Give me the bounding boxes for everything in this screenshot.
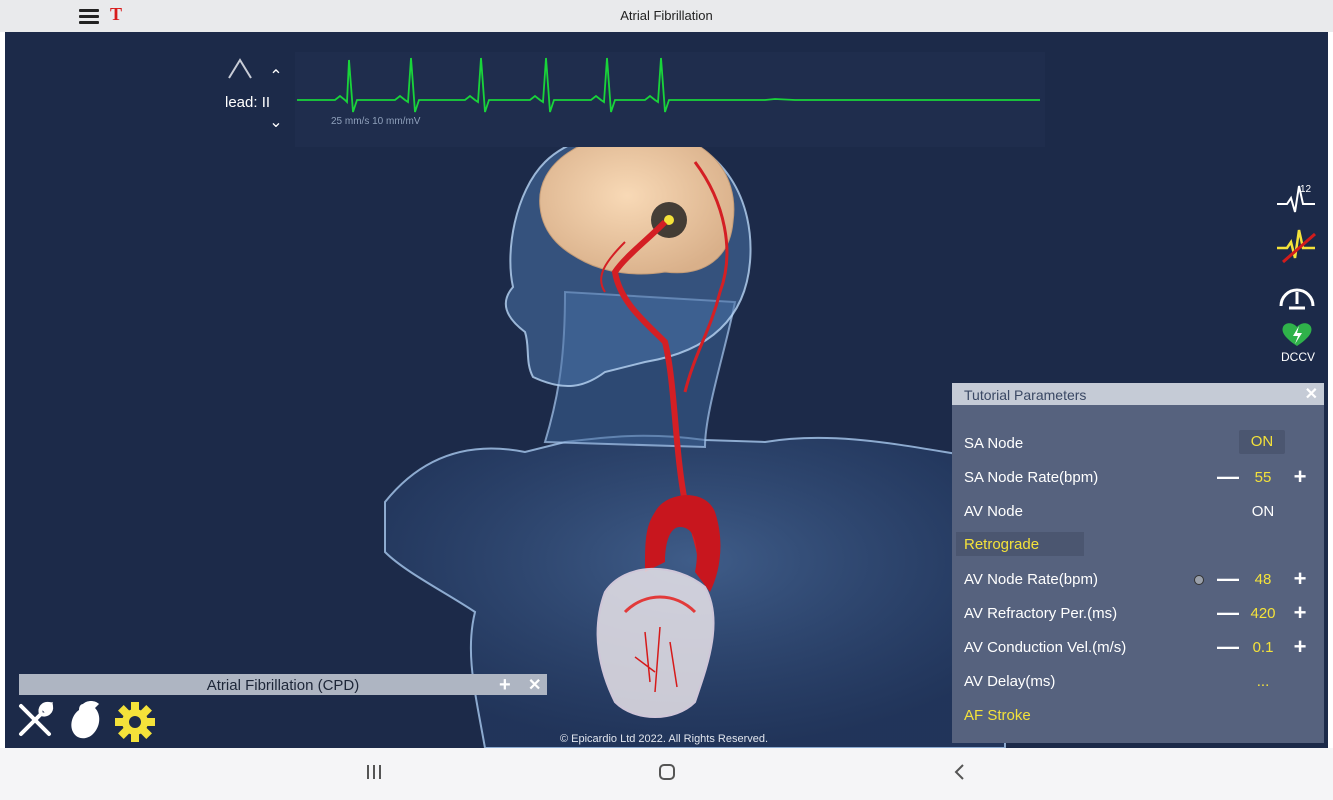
param-value: 420 — [1250, 605, 1276, 622]
home-icon[interactable] — [657, 762, 677, 782]
tools-icon[interactable] — [15, 700, 55, 740]
title-bar: T Atrial Fibrillation — [0, 0, 1333, 32]
increase-button[interactable]: + — [1289, 635, 1311, 659]
param-value: 0.1 — [1252, 639, 1274, 656]
system-navigation-bar — [0, 748, 1333, 800]
param-value[interactable]: ... — [1238, 673, 1288, 690]
param-row-av-delay: AV Delay(ms) ... — [952, 667, 1324, 697]
speedometer-icon[interactable] — [1275, 276, 1319, 316]
case-title-bar: Atrial Fibrillation (CPD) + ✕ — [19, 674, 547, 697]
decrease-button[interactable]: — — [1217, 465, 1239, 489]
param-row-av-node-rate: AV Node Rate(bpm) — 48 + — [952, 565, 1324, 595]
svg-text:12: 12 — [1300, 184, 1312, 195]
param-row-av-refractory: AV Refractory Per.(ms) — 420 + — [952, 599, 1324, 629]
param-row-av-conduction: AV Conduction Vel.(m/s) — 0.1 + — [952, 633, 1324, 663]
param-value: 48 — [1254, 571, 1272, 588]
tutorial-parameters-panel: Tutorial Parameters ✕ SA Node ON SA Node… — [952, 383, 1324, 743]
param-row-sa-node: SA Node ON — [952, 429, 1324, 459]
simulation-viewport[interactable]: ⌃ lead: II ⌄ 25 mm/s 10 mm/mV 12 DCCV Tu… — [5, 32, 1328, 748]
decrease-button[interactable]: — — [1217, 635, 1239, 659]
lead-label: lead: II — [225, 94, 271, 111]
back-icon[interactable] — [950, 762, 970, 782]
panel-title: Tutorial Parameters — [964, 387, 1087, 403]
retrograde-label: Retrograde — [964, 536, 1040, 553]
indicator-dot-icon — [1194, 575, 1204, 585]
window-title: Atrial Fibrillation — [620, 8, 713, 23]
recent-apps-icon[interactable] — [364, 762, 384, 782]
toggle-value: ON — [1250, 433, 1274, 450]
param-label: SA Node Rate(bpm) — [964, 469, 1099, 486]
param-label: SA Node — [964, 435, 1024, 452]
case-title: Atrial Fibrillation (CPD) — [206, 677, 360, 694]
param-row-av-node: AV Node ON — [952, 497, 1324, 527]
lead-selector-icon[interactable] — [227, 58, 253, 80]
gear-icon[interactable] — [113, 700, 157, 744]
increase-button[interactable]: + — [1289, 465, 1311, 489]
lead-up-icon[interactable]: ⌃ — [267, 66, 285, 86]
dccv-label[interactable]: DCCV — [1273, 350, 1323, 364]
add-icon[interactable]: + — [499, 674, 511, 697]
panel-header: Tutorial Parameters ✕ — [952, 383, 1324, 405]
param-label: AV Refractory Per.(ms) — [964, 605, 1118, 622]
close-icon[interactable]: ✕ — [528, 675, 541, 695]
param-label: AV Conduction Vel.(m/s) — [964, 639, 1127, 656]
af-stroke-button[interactable]: AF Stroke — [964, 707, 1031, 724]
lead-down-icon[interactable]: ⌄ — [267, 112, 285, 132]
param-row-af-stroke: AF Stroke — [952, 701, 1324, 731]
copyright-text: © Epicardio Ltd 2022. All Rights Reserve… — [560, 733, 769, 745]
ecg-recorder-icon[interactable] — [1275, 226, 1319, 266]
ecg-scale: 25 mm/s 10 mm/mV — [331, 116, 421, 127]
decrease-button[interactable]: — — [1217, 567, 1239, 591]
param-row-sa-node-rate: SA Node Rate(bpm) — 55 + — [952, 463, 1324, 493]
defibrillator-icon[interactable] — [1275, 320, 1319, 348]
retrograde-button[interactable]: Retrograde — [956, 532, 1084, 556]
param-row-retrograde: Retrograde — [952, 531, 1324, 561]
increase-button[interactable]: + — [1289, 601, 1311, 625]
close-icon[interactable]: ✕ — [1305, 384, 1318, 404]
ecg-strip — [295, 52, 1045, 147]
sa-node-toggle[interactable]: ON — [1239, 430, 1285, 454]
increase-button[interactable]: + — [1289, 567, 1311, 591]
param-label: AV Delay(ms) — [964, 673, 1056, 690]
decrease-button[interactable]: — — [1217, 601, 1239, 625]
ecg-trace — [297, 57, 1040, 113]
param-value: 55 — [1254, 469, 1272, 486]
param-label: AV Node Rate(bpm) — [964, 571, 1098, 588]
heart-anatomy-icon[interactable] — [65, 698, 105, 742]
param-label: AV Node — [964, 503, 1023, 520]
av-node-toggle[interactable]: ON — [1238, 503, 1288, 520]
twelve-lead-ecg-icon[interactable]: 12 — [1275, 178, 1319, 218]
